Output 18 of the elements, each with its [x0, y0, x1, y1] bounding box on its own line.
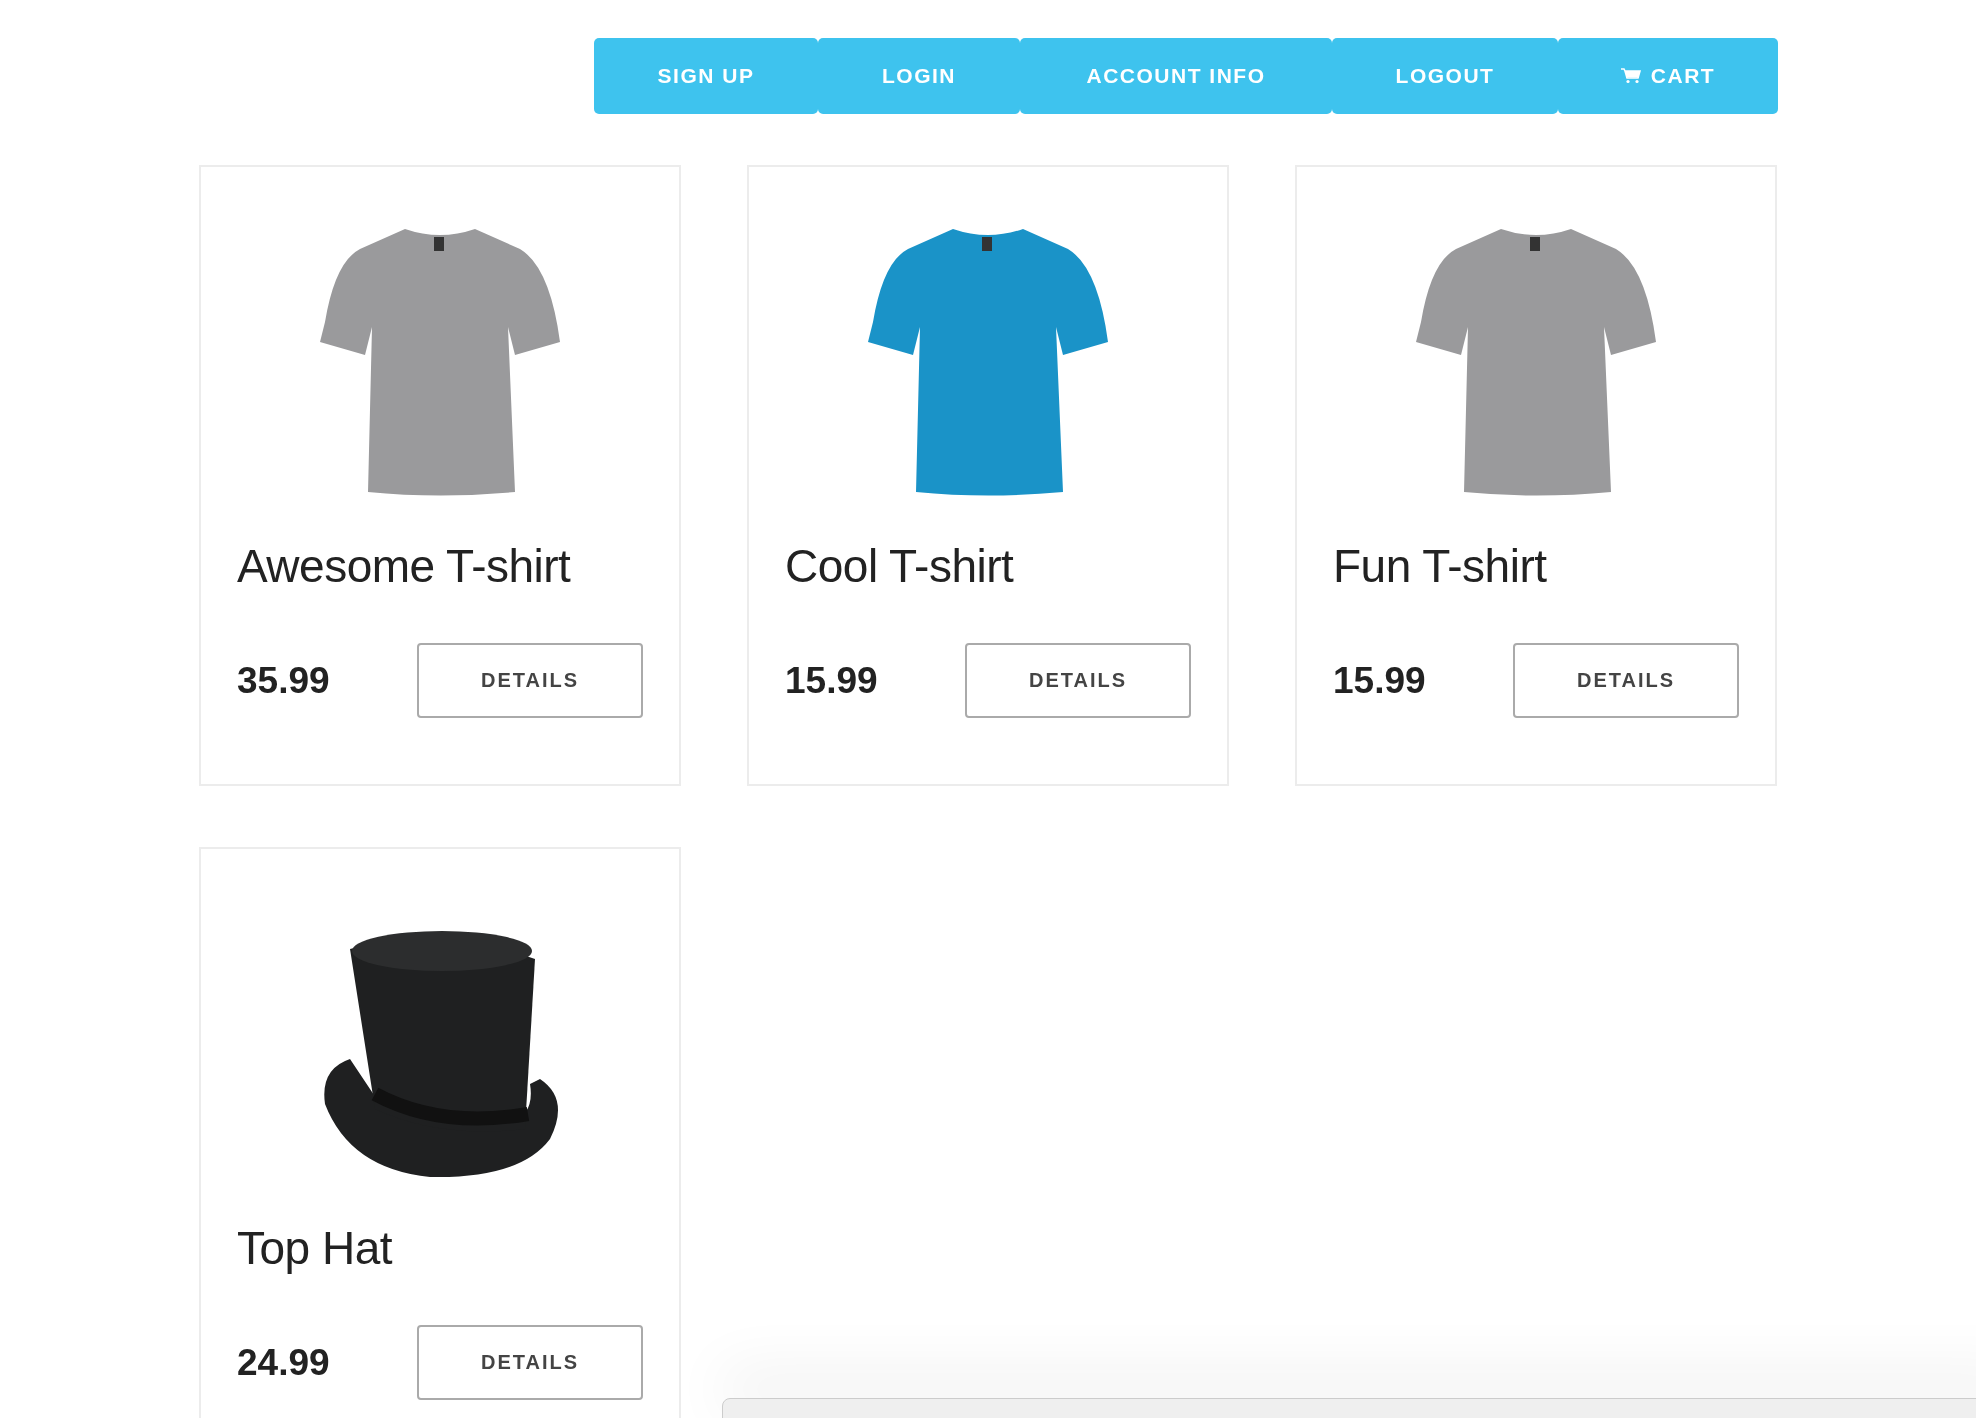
details-button[interactable]: DETAILS [417, 1325, 643, 1400]
product-title: Fun T-shirt [1333, 539, 1548, 593]
details-button[interactable]: DETAILS [417, 643, 643, 718]
product-title: Cool T-shirt [785, 539, 1015, 593]
product-price: 15.99 [1333, 659, 1426, 702]
nav-button[interactable]: SIGN UP [594, 38, 818, 114]
nav-button[interactable]: CART [1558, 38, 1778, 114]
details-button[interactable]: DETAILS [965, 643, 1191, 718]
product-price: 15.99 [785, 659, 878, 702]
product-title: Awesome T-shirt [237, 539, 572, 593]
details-button[interactable]: DETAILS [1513, 643, 1739, 718]
nav-button[interactable]: LOGOUT [1332, 38, 1558, 114]
product-price: 35.99 [237, 659, 330, 702]
nav-button[interactable]: LOGIN [818, 38, 1020, 114]
product-title: Top Hat [237, 1221, 394, 1275]
product-price: 24.99 [237, 1341, 330, 1384]
cart-icon [1620, 68, 1641, 84]
nav-button[interactable]: ACCOUNT INFO [1020, 38, 1332, 114]
